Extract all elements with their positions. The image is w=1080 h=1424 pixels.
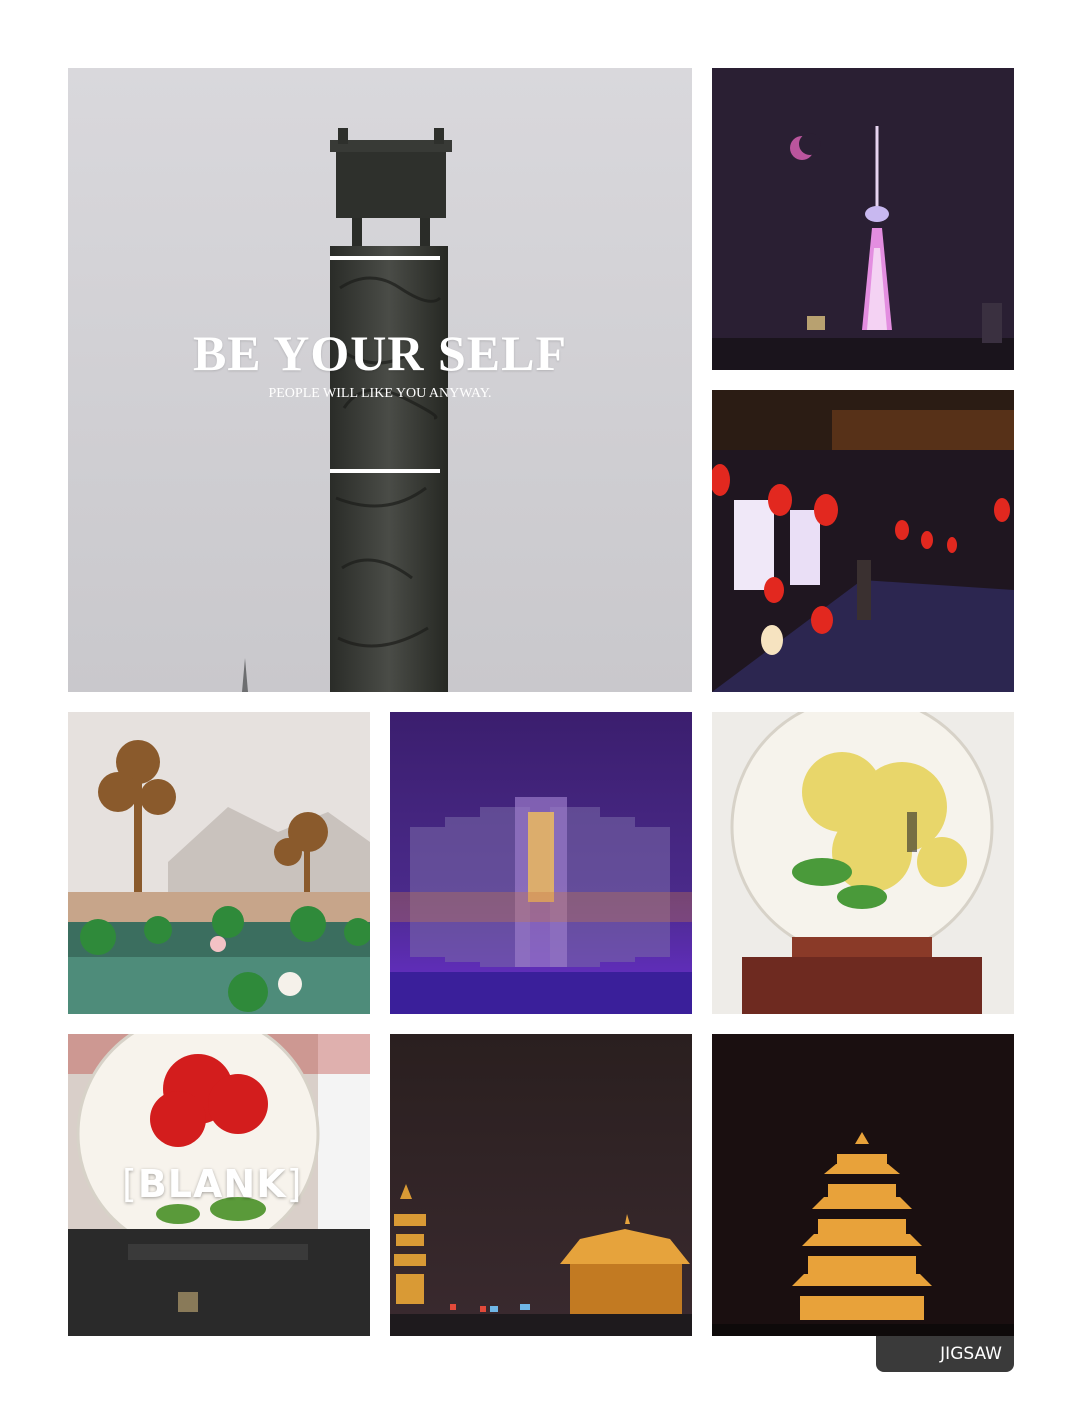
- photo-landscape-painting: [68, 712, 370, 1014]
- photo-red-peony-plate: [BLANK]: [68, 1034, 370, 1336]
- quote-title: BE YOUR SELF: [192, 325, 568, 381]
- photo-pagoda-night: [712, 1034, 1014, 1336]
- blank-text: BLANK: [137, 1162, 287, 1206]
- jigsaw-badge: JIGSAW: [876, 1336, 1014, 1372]
- photo-temple-night: [390, 1034, 692, 1336]
- photo-yellow-peony-plate: [712, 712, 1014, 1014]
- blank-bracket-close: ]: [286, 1162, 303, 1206]
- quote-line-bottom: [330, 469, 440, 473]
- photo-lantern-corridor: [712, 390, 1014, 692]
- quote-subtitle: PEOPLE WILL LIKE YOU ANYWAY.: [268, 386, 492, 401]
- blank-bracket-open: [: [122, 1162, 138, 1206]
- photo-tv-tower: [712, 68, 1014, 370]
- quote-line-top: [330, 256, 440, 260]
- photo-pillar: BE YOUR SELF PEOPLE WILL LIKE YOU ANYWAY…: [68, 68, 692, 692]
- blank-label: [BLANK]: [122, 1162, 303, 1206]
- photo-glass-exhibit: [390, 712, 692, 1014]
